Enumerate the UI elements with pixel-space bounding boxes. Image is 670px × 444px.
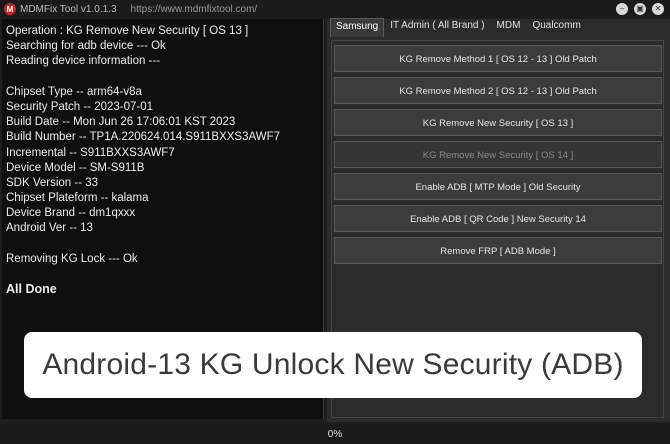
tab-qualcomm[interactable]: Qualcomm (526, 17, 586, 37)
log-line: Android Ver -- 13 (6, 222, 93, 235)
caption-banner: Android-13 KG Unlock New Security (ADB) (24, 332, 642, 398)
progress-bar: 0% (0, 424, 670, 444)
operation-button-7[interactable]: Remove FRP [ ADB Mode ] (334, 237, 662, 264)
tab-it-admin-all-brand[interactable]: IT Admin ( All Brand ) (384, 17, 490, 37)
log-line: SDK Version -- 33 (6, 176, 99, 189)
maximize-icon[interactable]: ▣ (634, 3, 646, 15)
operation-button-5[interactable]: Enable ADB [ MTP Mode ] Old Security (334, 173, 662, 200)
log-line: Security Patch -- 2023-07-01 (6, 100, 154, 113)
brand-tabs: Samsung IT Admin ( All Brand ) MDM Qualcomm (327, 17, 670, 37)
title-bar: M MDMFix Tool v1.0.1.3 https://www.mdmfi… (0, 0, 670, 18)
operation-button-6[interactable]: Enable ADB [ QR Code ] New Security 14 (334, 205, 662, 232)
log-line: All Done (6, 282, 57, 297)
operation-button-2[interactable]: KG Remove Method 2 [ OS 12 - 13 ] Old Pa… (334, 77, 662, 104)
log-line: Reading device information --- (6, 55, 161, 68)
log-line: Build Date -- Mon Jun 26 17:06:01 KST 20… (6, 116, 236, 129)
minimize-icon[interactable]: ‒ (616, 3, 628, 15)
log-line: Chipset Type -- arm64-v8a (6, 85, 142, 98)
log-line: Build Number -- TP1A.220624.014.S911BXXS… (6, 131, 281, 144)
window-title: MDMFix Tool v1.0.1.3 (20, 3, 117, 15)
tab-mdm[interactable]: MDM (491, 17, 527, 37)
log-line: Device Model -- SM-S911B (6, 161, 145, 174)
window-controls: ‒ ▣ ✕ (616, 3, 664, 15)
log-line: Device Brand -- dm1qxxx (6, 207, 136, 220)
log-line: Incremental -- S911BXXS3AWF7 (6, 146, 175, 159)
operation-button-3[interactable]: KG Remove New Security [ OS 13 ] (334, 109, 662, 136)
log-line: Chipset Plateform -- kalama (6, 192, 149, 205)
app-logo-icon: M (4, 3, 16, 15)
close-icon[interactable]: ✕ (652, 3, 664, 15)
tab-samsung[interactable]: Samsung (330, 18, 385, 37)
log-line: Removing KG Lock --- Ok (6, 252, 138, 265)
log-line: Operation : KG Remove New Security [ OS … (6, 25, 249, 37)
operation-button-1[interactable]: KG Remove Method 1 [ OS 12 - 13 ] Old Pa… (334, 45, 662, 72)
operation-button-4[interactable]: KG Remove New Security [ OS 14 ] (334, 141, 662, 168)
log-line: Searching for adb device --- Ok (6, 40, 166, 53)
progress-text: 0% (327, 428, 343, 440)
website-link[interactable]: https://www.mdmfixtool.com/ (131, 4, 258, 15)
